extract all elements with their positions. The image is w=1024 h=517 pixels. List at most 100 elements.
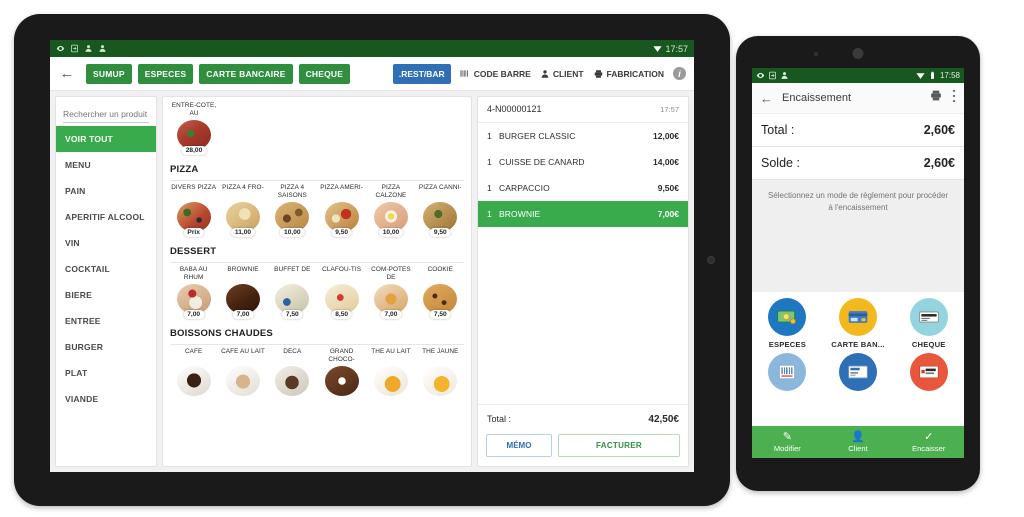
product-image: 7,50 <box>275 284 310 319</box>
product-card[interactable]: THE JAUNE <box>417 348 464 396</box>
phone-device: 17:58 ← Encaissement Total : 2,60€ Solde… <box>736 36 980 491</box>
product-price: 11,00 <box>230 228 256 237</box>
payment-button-especes[interactable]: ESPECES <box>137 63 194 84</box>
ticket-line-item[interactable]: 1 BURGER CLASSIC 12,00€ <box>478 123 688 149</box>
category-item-burger[interactable]: BURGER <box>56 334 156 360</box>
payment-method-especes[interactable]: ESPECES <box>752 298 823 349</box>
product-card[interactable]: DECA <box>269 348 316 396</box>
product-card[interactable]: PIZZA 4 SAISONS 10,00 <box>269 184 316 237</box>
product-name: PIZZA AMERI- <box>320 184 364 191</box>
cash-icon <box>777 310 797 325</box>
product-card[interactable]: CLAFOU-TIS 8,50 <box>318 266 365 319</box>
payment-button-sumup[interactable]: SUMUP <box>86 63 132 84</box>
product-card[interactable]: ENTRE-COTE, AU 28,00 <box>170 102 218 155</box>
payment-button-carte-bancaire[interactable]: CARTE BANCAIRE <box>199 63 293 84</box>
facturer-button[interactable]: FACTURER <box>558 434 680 457</box>
phone-total-value: 2,60€ <box>923 123 955 137</box>
product-row: DIVERS PIZZA Prix PIZZA 4 FRO- 11,00 PIZZA 4… <box>170 184 464 237</box>
category-item-biere[interactable]: BIERE <box>56 282 156 308</box>
category-item-plat[interactable]: PLAT <box>56 360 156 386</box>
product-card[interactable]: DIVERS PIZZA Prix <box>170 184 217 237</box>
product-price: Prix <box>183 228 204 237</box>
phone-solde-row: Solde : 2,60€ <box>752 147 964 180</box>
payment-method-method-3[interactable] <box>893 353 964 395</box>
category-item-vin[interactable]: VIN <box>56 230 156 256</box>
product-name: CLAFOU-TIS <box>322 266 362 273</box>
phone-camera-icon <box>852 48 864 59</box>
client-button[interactable]: CLIENT <box>540 69 584 79</box>
product-card[interactable]: CAFE <box>170 348 217 396</box>
ticket-line-item[interactable]: 1 CUISSE DE CANARD 14,00€ <box>478 149 688 175</box>
category-item-cocktail[interactable]: COCKTAIL <box>56 256 156 282</box>
product-card[interactable]: CAFE AU LAIT <box>219 348 266 396</box>
print-button[interactable] <box>929 89 943 107</box>
product-image: 9,50 <box>423 202 458 237</box>
bottom-nav-encaisser[interactable]: ✓ Encaisser <box>893 431 964 453</box>
product-price: 7,00 <box>232 310 254 319</box>
product-name: PIZZA CANNI- <box>418 184 462 191</box>
product-card[interactable]: PIZZA AMERI- 9,50 <box>318 184 365 237</box>
amex-card-icon <box>848 365 868 379</box>
payment-method-circle <box>909 353 948 391</box>
ticket-time: 17:57 <box>660 105 679 114</box>
product-card[interactable]: THE AU LAIT <box>367 348 414 396</box>
back-arrow-icon[interactable]: ← <box>58 65 76 83</box>
category-item-pain[interactable]: PAIN <box>56 178 156 204</box>
product-row: CAFE CAFE AU LAIT DECA GRAND CHOCO- THE AU L… <box>170 348 464 396</box>
ticket-line-amount: 7,00€ <box>657 209 679 219</box>
payment-method-cheque[interactable]: CHEQUE <box>893 298 964 349</box>
section-title-dessert: DESSERT <box>170 246 217 257</box>
memo-button[interactable]: MÉMO <box>486 434 552 457</box>
ticket-line-name: CUISSE DE CANARD <box>499 157 585 167</box>
category-item-entree[interactable]: ENTREE <box>56 308 156 334</box>
user-icon <box>85 45 92 52</box>
overflow-menu-button[interactable] <box>952 89 956 108</box>
bottom-nav-modifier[interactable]: ✎ Modifier <box>752 431 823 453</box>
back-arrow-icon[interactable]: ← <box>760 91 773 106</box>
product-card[interactable]: PIZZA CALZONE 10,00 <box>367 184 414 237</box>
product-price: 7,50 <box>281 310 303 319</box>
info-icon[interactable]: i <box>673 67 686 80</box>
category-item-aperitif-alcool[interactable]: APERITIF ALCOOL <box>56 204 156 230</box>
phone-hint-text: Sélectionnez un mode de règlement pour p… <box>752 180 964 292</box>
payment-method-method-2[interactable] <box>823 353 894 395</box>
rest-bar-button[interactable]: .REST/BAR <box>392 63 451 84</box>
ticket-line-name: BURGER CLASSIC <box>499 131 576 141</box>
sync-icon <box>71 44 78 53</box>
product-price: 7,00 <box>380 310 402 319</box>
payment-method-carte-ban[interactable]: CARTE BAN... <box>823 298 894 349</box>
product-image: 7,50 <box>423 284 458 319</box>
product-card[interactable]: GRAND CHOCO- <box>318 348 365 396</box>
category-item-menu[interactable]: MENU <box>56 152 156 178</box>
product-price: 7,50 <box>429 310 451 319</box>
category-sidebar: VOIR TOUTMENUPAINAPERITIF ALCOOLVINCOCKT… <box>55 96 157 467</box>
code-barre-button[interactable]: CODE BARRE <box>460 69 531 79</box>
search-input[interactable] <box>63 107 149 123</box>
payment-button-cheque[interactable]: CHEQUE <box>298 63 351 84</box>
payment-methods-row-2 <box>752 349 964 395</box>
user-icon <box>781 72 788 79</box>
category-item-voir-tout[interactable]: VOIR TOUT <box>56 126 156 152</box>
product-card[interactable]: COOKIE 7,50 <box>417 266 464 319</box>
ticket-line-item[interactable]: 1 BROWNIE 7,00€ <box>478 201 688 227</box>
product-card[interactable]: COM-POTES DE 7,00 <box>367 266 414 319</box>
product-card[interactable]: BUFFET DE 7,50 <box>269 266 316 319</box>
payment-method-label: ESPECES <box>768 340 806 349</box>
row-spacer <box>170 150 464 160</box>
ticket-line-item[interactable]: 1 CARPACCIO 9,50€ <box>478 175 688 201</box>
row-spacer <box>170 232 464 242</box>
payment-method-method-1[interactable] <box>752 353 823 395</box>
product-card[interactable]: PIZZA 4 FRO- 11,00 <box>219 184 266 237</box>
ticket-line-name: BROWNIE <box>499 209 541 219</box>
fabrication-button[interactable]: FABRICATION <box>593 69 664 79</box>
ticket-number: 4-N00000121 <box>487 104 542 114</box>
bottom-nav-client[interactable]: 👤 Client <box>823 431 894 453</box>
product-row: BABA AU RHUM 7,00 BROWNIE 7,00 BUFFET DE 7,50… <box>170 266 464 319</box>
product-card[interactable]: BABA AU RHUM 7,00 <box>170 266 217 319</box>
category-item-viande[interactable]: VIANDE <box>56 386 156 412</box>
product-name: COM-POTES DE <box>371 266 411 281</box>
product-card[interactable]: BROWNIE 7,00 <box>219 266 266 319</box>
ticket-line-amount: 14,00€ <box>653 157 679 167</box>
bottom-nav-label: Encaisser <box>912 444 946 453</box>
product-card[interactable]: PIZZA CANNI- 9,50 <box>417 184 464 237</box>
